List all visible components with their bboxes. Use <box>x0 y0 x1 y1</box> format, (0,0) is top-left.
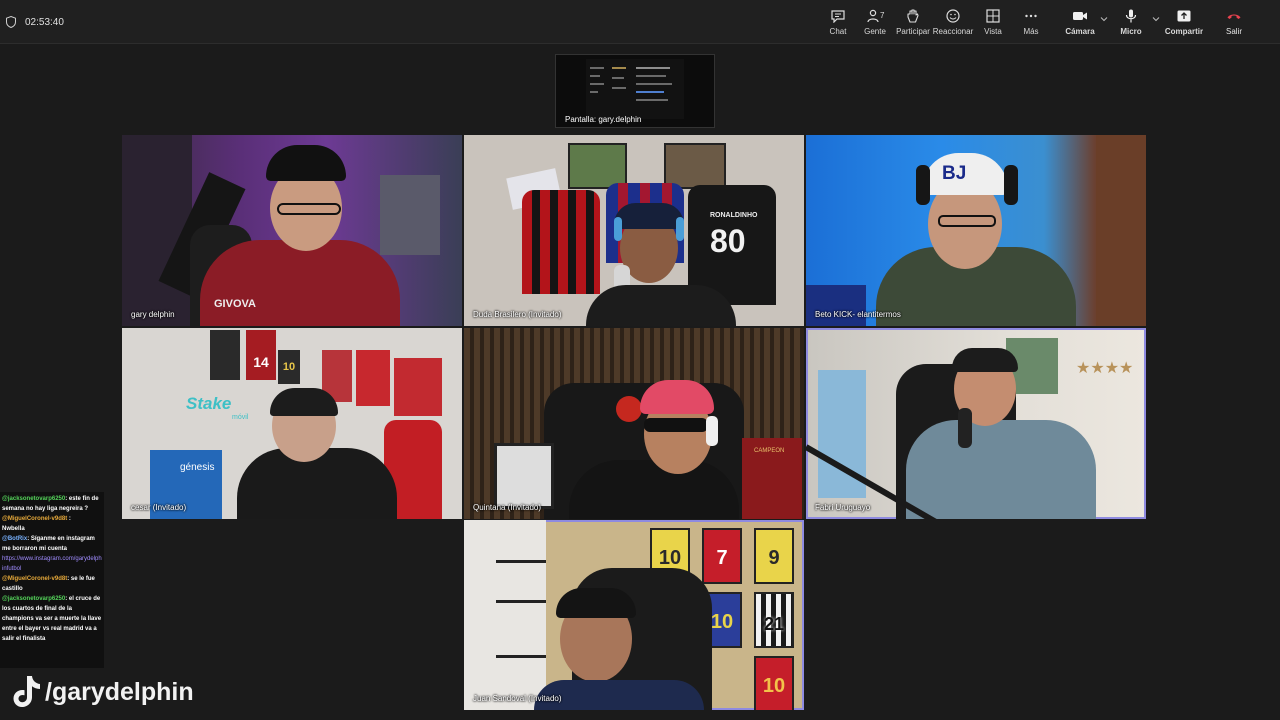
mic-button[interactable]: Micro <box>1107 9 1155 39</box>
black-hoodie <box>569 460 739 519</box>
participant-name: Juan Sandoval (Invitado) <box>473 694 562 703</box>
poster <box>394 358 442 416</box>
chat-message: @BotRix: Síganme en instagram me borraro… <box>2 536 95 552</box>
video-tile-quintana[interactable]: CAMPEON Quintana (Invitado) <box>464 328 804 519</box>
shared-screen-preview <box>586 59 684 119</box>
shirt-brand: GIVOVA <box>214 298 256 310</box>
framed-jersey <box>210 330 240 380</box>
framed-jersey-14: 14 <box>246 330 276 380</box>
video-tile-duda-brasilero[interactable]: RONALDINHO 80 Duda Brasilero (Invitado) <box>464 135 804 326</box>
video-tile-beto-kick[interactable]: BJ Beto KICK- elantitermos <box>806 135 1146 326</box>
flamengo-jersey <box>522 190 600 294</box>
shelf-wall <box>464 520 546 710</box>
chat-message: Nwbella <box>2 526 25 532</box>
headphone-right <box>706 416 718 446</box>
cap <box>614 203 684 229</box>
shelf <box>496 560 546 563</box>
grid-icon <box>986 9 1000 23</box>
framed-picture <box>494 443 554 509</box>
sponsor-sub: móvil <box>232 414 249 421</box>
participant-name: Quintana (Invitado) <box>473 503 542 512</box>
video-tile-cesar[interactable]: 14 10 Stake móvil génesis cesar (Invitad… <box>122 328 462 519</box>
hand-icon <box>907 9 919 23</box>
more-button[interactable]: Más <box>1007 9 1055 39</box>
jersey-name: RONALDINHO <box>710 212 758 219</box>
participant-name: gary delphin <box>131 310 175 319</box>
headphone-right <box>676 217 684 241</box>
screen-share-thumbnail[interactable]: Pantalla: gary.delphin <box>555 54 715 128</box>
people-count: 7 <box>880 11 885 20</box>
chat-message: @jacksonetovarp6250: el cruce de los cua… <box>2 596 102 642</box>
star-decoration: ★★★★ <box>1076 360 1134 377</box>
chat-icon <box>831 10 845 23</box>
chat-message: @MiguelCoronel-v9d8t: se le fue castillo <box>2 576 95 592</box>
chat-overlay: @jacksonetovarp6250: este fin de semana … <box>0 492 104 668</box>
blue-shirt <box>906 420 1096 519</box>
participant-name: cesar (Invitado) <box>131 503 187 512</box>
camera-button[interactable]: Cámara <box>1056 9 1104 39</box>
camera-label: Cámara <box>1065 27 1095 36</box>
screen-share-label: Pantalla: gary.delphin <box>565 115 642 124</box>
window <box>380 175 440 255</box>
tiktok-handle: /garydelphin <box>45 678 194 706</box>
framed-jersey: 9 <box>754 528 794 584</box>
chair-back <box>806 285 866 326</box>
headphone-left <box>916 165 930 205</box>
mic-options-chevron-down-icon[interactable] <box>1152 16 1160 22</box>
hair <box>952 348 1018 372</box>
video-tile-gary-delphin[interactable]: GIVOVA gary delphin <box>122 135 462 326</box>
microphone <box>958 408 972 448</box>
black-cap <box>266 145 346 181</box>
more-label: Más <box>1023 27 1039 36</box>
headphone-right <box>1004 165 1018 205</box>
chat-message: @jacksonetovarp6250: este fin de semana … <box>2 496 99 512</box>
participant-name: Fabri Uruguayo <box>815 503 871 512</box>
video-tile-fabri-uruguayo[interactable]: ★★★★ Fabri Uruguayo <box>806 328 1146 519</box>
meeting-toolbar: 02:53:40 Chat 7 Gente Participar Reaccio… <box>0 0 1280 44</box>
tiktok-watermark: /garydelphin <box>12 674 194 712</box>
share-label: Compartir <box>1164 27 1204 36</box>
red-shirt <box>200 240 400 326</box>
framed-jersey: 21 <box>754 592 794 648</box>
mic-label: Micro <box>1120 27 1142 36</box>
hair <box>556 588 636 618</box>
share-button[interactable]: Compartir <box>1160 9 1208 39</box>
hair <box>270 388 338 416</box>
meeting-timer: 02:53:40 <box>25 17 64 28</box>
cap-logo: BJ <box>942 163 967 184</box>
phone-hangup-icon <box>1227 14 1241 19</box>
pink-cap <box>640 380 714 414</box>
smile-icon <box>946 9 960 23</box>
door <box>1096 135 1146 326</box>
sponsor-logo: Stake <box>186 394 232 413</box>
leave-button[interactable]: Salir <box>1210 9 1258 39</box>
shelf <box>496 600 546 603</box>
camera-icon <box>1073 12 1087 20</box>
more-icon <box>1025 14 1037 18</box>
share-icon <box>1177 10 1191 22</box>
chair-logo <box>616 396 642 422</box>
leave-label: Salir <box>1225 27 1242 36</box>
glasses <box>938 215 996 227</box>
poster-text: CAMPEON <box>754 448 785 454</box>
poster <box>356 350 390 406</box>
fridge-brand: génesis <box>180 462 215 473</box>
framed-jersey: 7 <box>702 528 742 584</box>
framed-jersey-10: 10 <box>278 350 300 384</box>
chat-message: @MiguelCoronel-v9d8t : <box>2 516 71 522</box>
sunglasses <box>644 418 708 432</box>
participant-name: Duda Brasilero (Invitado) <box>473 310 562 319</box>
participant-name: Beto KICK- elantitermos <box>815 310 901 319</box>
shelf <box>496 655 546 658</box>
glasses <box>277 203 341 215</box>
black-shirt <box>586 285 736 326</box>
shield-icon <box>6 16 16 28</box>
chat-link[interactable]: https://www.instagram.com/garydelphinfut… <box>2 554 102 574</box>
framed-jersey: 10 <box>754 656 794 710</box>
tiktok-icon <box>13 676 40 707</box>
jersey-number: 80 <box>710 223 746 259</box>
headphone-left <box>614 217 622 241</box>
video-tile-juan-sandoval[interactable]: 10 7 9 10 21 10 Juan Sandoval (Invitado) <box>464 520 804 710</box>
mic-icon <box>1125 9 1137 23</box>
